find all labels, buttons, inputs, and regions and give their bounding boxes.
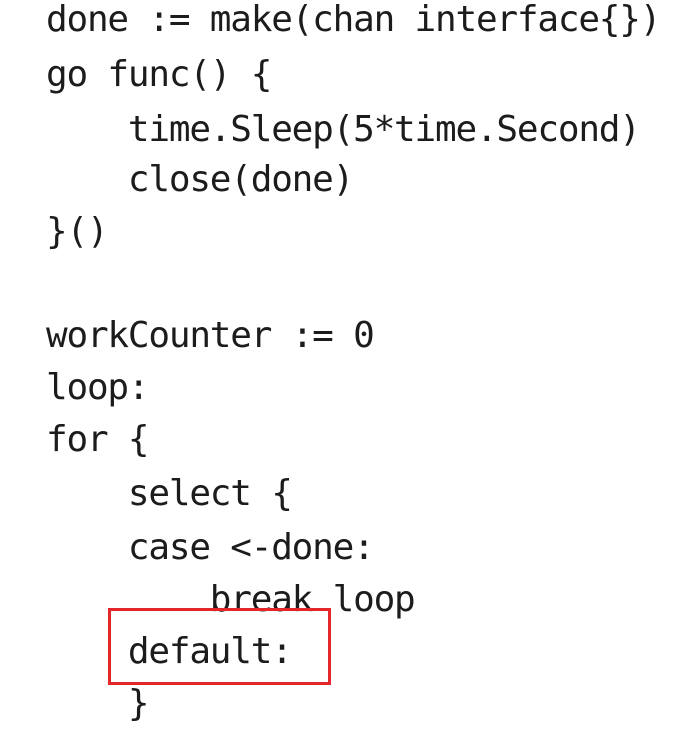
code-line-8: loop: <box>46 367 150 408</box>
code-line-10: select { <box>46 473 293 514</box>
code-line-7: workCounter := 0 <box>46 315 375 356</box>
highlight-box-default-case <box>108 608 331 685</box>
code-line-3: time.Sleep(5*time.Second) <box>46 109 641 150</box>
code-line-4: close(done) <box>46 159 354 200</box>
code-line-5: }() <box>46 211 109 252</box>
code-listing: done := make(chan interface{}) go func()… <box>0 0 694 740</box>
code-line-14: } <box>46 683 150 724</box>
code-line-2: go func() { <box>46 54 272 95</box>
code-line-9: for { <box>46 419 150 460</box>
code-line-11: case <-done: <box>46 527 375 568</box>
code-line-1: done := make(chan interface{}) <box>46 0 661 40</box>
